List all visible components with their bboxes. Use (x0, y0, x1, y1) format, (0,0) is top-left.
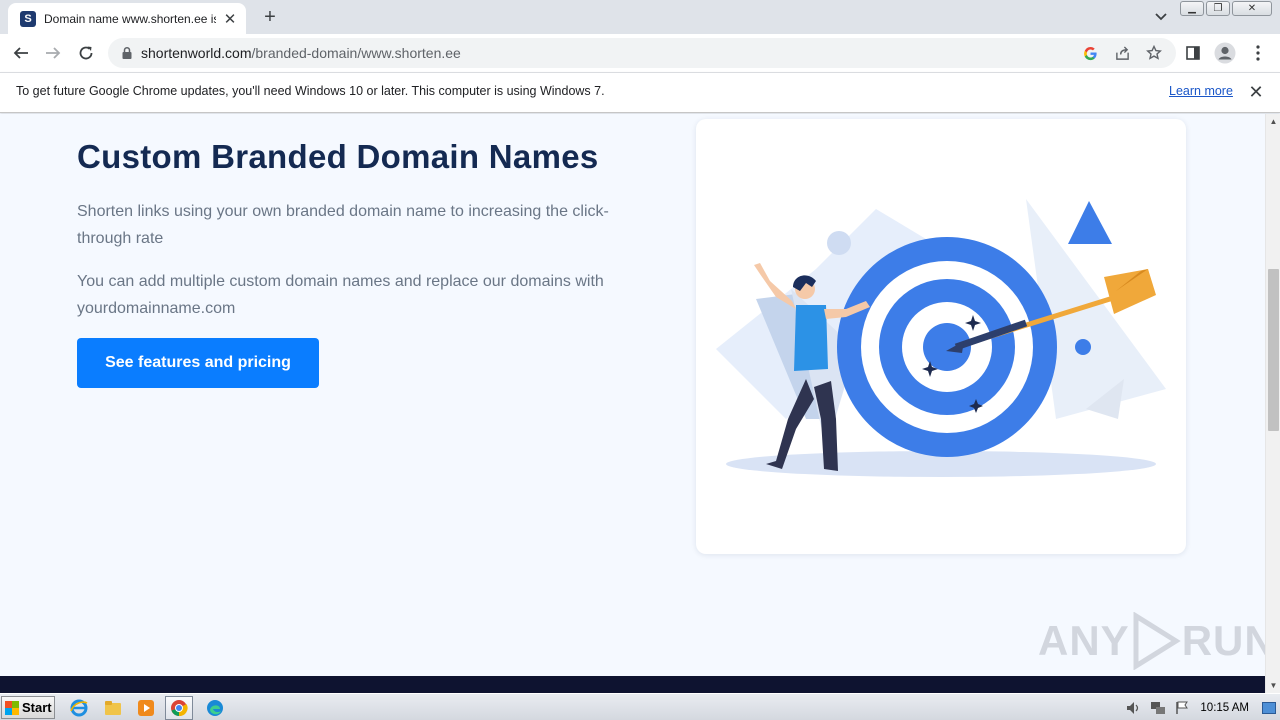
learn-more-link[interactable]: Learn more (1169, 84, 1233, 98)
network-icon[interactable] (1149, 699, 1167, 717)
infobar-message: To get future Google Chrome updates, you… (16, 84, 605, 98)
taskbar-clock[interactable]: 10:15 AM (1200, 702, 1249, 714)
explorer-icon[interactable] (102, 697, 124, 719)
window-controls: ▁ ❐ ✕ (1180, 1, 1272, 16)
close-window-button[interactable]: ✕ (1232, 1, 1272, 16)
update-infobar: To get future Google Chrome updates, you… (0, 72, 1280, 113)
system-tray: 10:15 AM (1122, 694, 1280, 720)
browser-toolbar: shortenworld.com/branded-domain/www.shor… (0, 34, 1280, 72)
profile-icon[interactable] (1210, 38, 1240, 68)
tab-strip: S Domain name www.shorten.ee is being ✕ … (0, 0, 1280, 34)
illustration-card (696, 119, 1186, 554)
play-logo-icon (1133, 612, 1181, 670)
page-footer-band (0, 676, 1265, 693)
url-text: shortenworld.com/branded-domain/www.shor… (141, 45, 461, 61)
scrollbar-thumb[interactable] (1268, 269, 1279, 431)
start-button[interactable]: Start (1, 696, 55, 719)
page-title: Custom Branded Domain Names (77, 138, 599, 175)
site-favicon-icon: S (20, 10, 36, 27)
address-bar[interactable]: shortenworld.com/branded-domain/www.shor… (108, 38, 1176, 68)
see-features-pricing-button[interactable]: See features and pricing (77, 338, 319, 388)
tab-close-icon[interactable]: ✕ (222, 11, 238, 28)
target-illustration (716, 199, 1166, 477)
reload-icon[interactable] (71, 38, 101, 68)
action-center-flag-icon[interactable] (1173, 699, 1191, 717)
chrome-icon[interactable] (165, 696, 193, 720)
tab-active[interactable]: S Domain name www.shorten.ee is being ✕ (8, 3, 246, 34)
restore-button[interactable]: ❐ (1206, 1, 1230, 16)
lock-icon (122, 46, 132, 59)
anyrun-watermark: ANY RUN (1038, 612, 1276, 670)
description-paragraph-2: You can add multiple custom domain names… (77, 273, 604, 317)
volume-icon[interactable] (1125, 699, 1143, 717)
new-tab-button[interactable]: + (259, 6, 281, 28)
windows-logo-icon (5, 700, 19, 715)
forward-arrow-icon[interactable] (38, 38, 68, 68)
media-player-icon[interactable] (135, 697, 157, 719)
windows-taskbar: Start 10:15 AM (0, 693, 1280, 720)
vertical-scrollbar[interactable]: ▲ ▼ (1265, 114, 1280, 693)
google-icon[interactable] (1080, 43, 1100, 63)
infobar-close-icon[interactable]: ✕ (1246, 82, 1266, 102)
show-desktop-icon[interactable] (1260, 699, 1278, 717)
tab-title: Domain name www.shorten.ee is being (44, 11, 216, 26)
share-icon[interactable] (1112, 43, 1132, 63)
minimize-button[interactable]: ▁ (1180, 1, 1204, 16)
page-content: Custom Branded Domain Names Shorten link… (0, 114, 1265, 676)
scroll-up-arrow-icon[interactable]: ▲ (1266, 114, 1280, 129)
tab-search-chevron-icon[interactable] (1150, 6, 1172, 28)
description-paragraph-1: Shorten links using your own branded dom… (77, 203, 609, 247)
star-icon[interactable] (1144, 43, 1164, 63)
ie-icon[interactable] (68, 697, 90, 719)
edge-icon[interactable] (204, 697, 226, 719)
kebab-menu-icon[interactable] (1243, 38, 1273, 68)
side-panel-icon[interactable] (1178, 38, 1208, 68)
scroll-down-arrow-icon[interactable]: ▼ (1266, 678, 1280, 693)
back-arrow-icon[interactable] (6, 38, 36, 68)
